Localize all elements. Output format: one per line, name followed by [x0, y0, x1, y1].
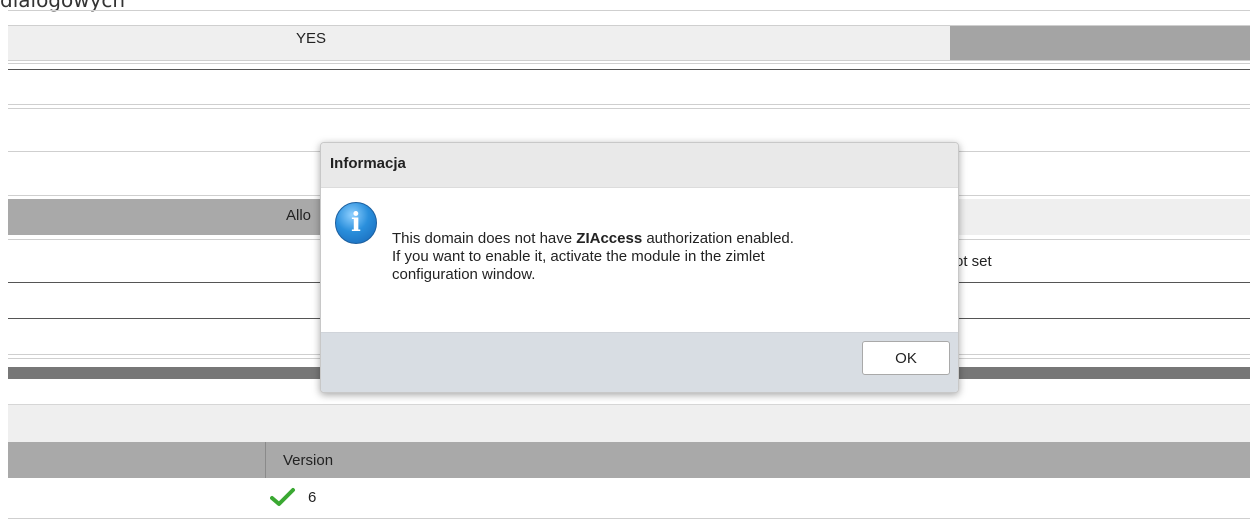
- dialog-body: i This domain does not have ZIAccess aut…: [321, 188, 958, 333]
- dialog-title: Informacja: [330, 155, 406, 172]
- table-row: 6: [8, 478, 1250, 519]
- version-value: 6: [308, 489, 317, 506]
- dialog-footer: OK: [321, 332, 958, 392]
- message-part2: authorization enabled.: [642, 230, 794, 247]
- message-part1: This domain does not have: [392, 230, 577, 247]
- dialog-title-bar[interactable]: Informacja: [321, 143, 958, 188]
- not-set-value: ot set: [955, 253, 992, 270]
- ok-button[interactable]: OK: [862, 341, 950, 375]
- info-dialog: Informacja i This domain does not have Z…: [320, 142, 959, 393]
- section-header-band: [8, 404, 1250, 443]
- column-header-version: Version: [283, 452, 334, 469]
- divider: [8, 69, 1250, 70]
- divider: [8, 108, 1250, 109]
- dialog-message: This domain does not have ZIAccess autho…: [392, 230, 932, 284]
- message-bold: ZIAccess: [576, 230, 643, 247]
- info-icon: i: [335, 202, 377, 244]
- table-header: Version: [8, 442, 1250, 478]
- message-line3: configuration window.: [392, 266, 536, 283]
- divider: [8, 10, 1250, 11]
- allow-row-light-cell: [955, 199, 1250, 235]
- divider: [8, 104, 1250, 105]
- divider: [8, 63, 1250, 64]
- allow-label: Allo: [286, 207, 312, 224]
- check-icon: [270, 486, 296, 512]
- message-line2: If you want to enable it, activate the m…: [392, 248, 765, 265]
- yes-row: YES: [8, 25, 1250, 61]
- column-separator: [265, 442, 266, 478]
- yes-value: YES: [296, 30, 327, 47]
- yes-row-gray-cell: [950, 26, 1250, 60]
